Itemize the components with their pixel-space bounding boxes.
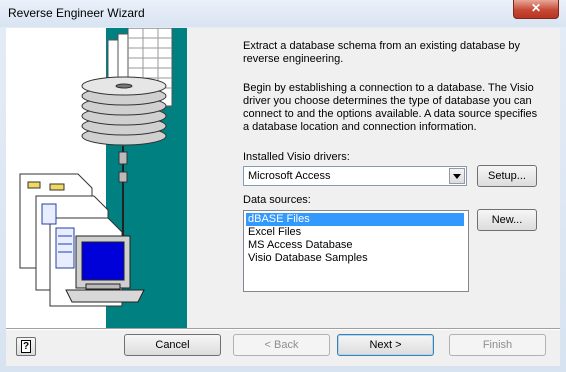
dialog-client-area: Extract a database schema from an existi… [6,28,560,366]
close-button[interactable]: ✕ [513,0,559,19]
intro-description: Extract a database schema from an existi… [243,40,520,65]
data-sources-label: Data sources: [243,194,311,206]
setup-button[interactable]: Setup... [477,165,537,187]
data-source-item[interactable]: MS Access Database [246,239,355,252]
cancel-button[interactable]: Cancel [124,334,221,356]
help-button[interactable]: ? [16,337,36,356]
data-source-item[interactable]: Excel Files [246,226,303,239]
cable-icon [118,146,128,240]
database-stack-icon [81,76,167,146]
close-icon: ✕ [530,1,542,15]
installed-drivers-label: Installed Visio drivers: [243,151,350,163]
finish-button[interactable]: Finish [449,334,546,356]
connection-description: Begin by establishing a connection to a … [243,82,538,133]
data-sources-list[interactable]: dBASE Files Excel Files MS Access Databa… [243,210,469,292]
next-button[interactable]: Next > [337,334,434,356]
wizard-illustration [19,28,173,307]
footer-separator [6,328,560,330]
visio-driver-select[interactable]: Microsoft Access [243,166,467,186]
data-source-item[interactable]: Visio Database Samples [246,252,370,265]
computer-icon [65,235,145,303]
data-source-item[interactable]: dBASE Files [246,213,464,226]
wizard-illustration-panel [6,28,187,328]
help-icon: ? [21,340,31,353]
window-title: Reverse Engineer Wizard [8,6,145,20]
wizard-window: Reverse Engineer Wizard ✕ Extract a data… [0,0,566,372]
dropdown-arrow-icon[interactable] [449,168,465,184]
back-button[interactable]: < Back [233,334,330,356]
new-data-source-button[interactable]: New... [477,209,537,231]
title-bar[interactable]: Reverse Engineer Wizard ✕ [0,0,566,27]
visio-driver-value: Microsoft Access [248,170,331,182]
